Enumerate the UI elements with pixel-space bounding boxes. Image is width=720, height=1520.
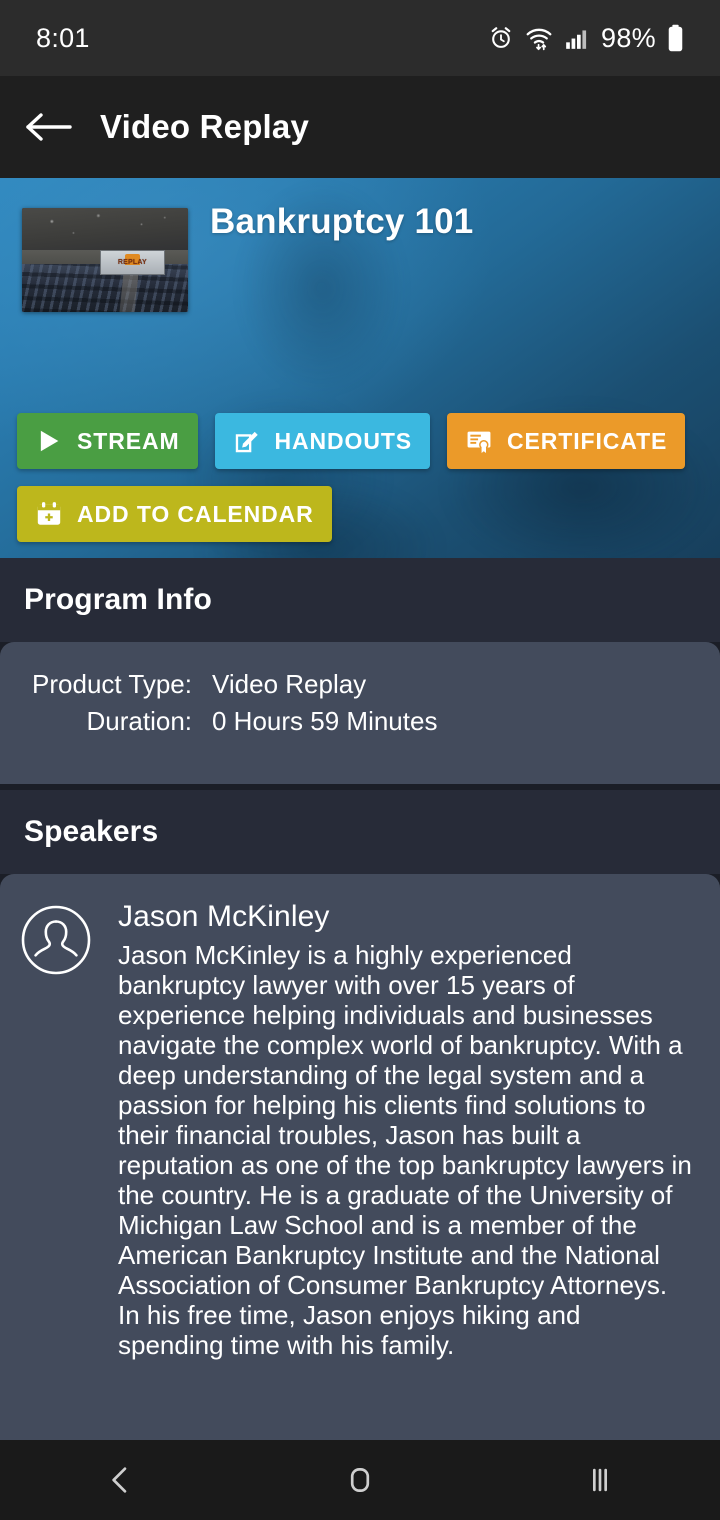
calendar-plus-icon: [37, 502, 61, 525]
android-navigation-bar: [0, 1440, 720, 1520]
speakers-card: Jason McKinley Jason McKinley is a highl…: [0, 874, 720, 1440]
speakers-header: Speakers: [0, 790, 720, 874]
table-row: Product Type: Video Replay: [0, 668, 720, 701]
nav-recents-button[interactable]: [540, 1440, 660, 1520]
battery-percent: 98%: [601, 22, 656, 53]
duration-label: Duration:: [86, 706, 193, 736]
product-type-label: Product Type:: [32, 669, 192, 699]
phone-screen: 8:01 98% Video Replay REPLAY Bankruptcy …: [0, 0, 720, 1520]
certificate-icon: [467, 431, 491, 454]
thumbnail-screen-text: REPLAY: [117, 258, 147, 266]
nav-home-icon: [350, 1468, 370, 1492]
action-button-row-primary: STREAM HANDOUTS CERTIFICATE: [17, 413, 686, 469]
alarm-icon: [491, 27, 511, 48]
speaker-name: Jason McKinley: [118, 900, 330, 933]
speaker-details: Jason McKinley Jason McKinley is a highl…: [118, 898, 692, 1360]
product-type-value: Video Replay: [212, 669, 367, 699]
user-avatar-icon: [21, 905, 91, 975]
speakers-heading: Speakers: [24, 815, 159, 848]
nav-back-icon: [112, 1467, 127, 1493]
certificate-button[interactable]: CERTIFICATE: [447, 413, 686, 469]
program-title: Bankruptcy 101: [210, 202, 474, 241]
program-info-table: Product Type: Video Replay Duration: 0 H…: [0, 642, 720, 738]
program-info-card: Product Type: Video Replay Duration: 0 H…: [0, 642, 720, 784]
edit-square-icon: [235, 431, 258, 453]
play-icon: [40, 430, 59, 452]
wifi-icon: [526, 28, 552, 51]
program-info-header: Program Info: [0, 558, 720, 642]
handouts-button[interactable]: HANDOUTS: [214, 413, 431, 469]
add-to-calendar-button-label: ADD TO CALENDAR: [77, 500, 314, 527]
thumbnail-screen: REPLAY: [100, 249, 165, 275]
nav-back-button[interactable]: [60, 1440, 180, 1520]
program-info-heading: Program Info: [24, 583, 212, 616]
status-time: 8:01: [36, 22, 90, 53]
table-row: Duration: 0 Hours 59 Minutes: [0, 705, 720, 738]
stream-button-label: STREAM: [77, 427, 180, 454]
handouts-button-label: HANDOUTS: [274, 427, 413, 454]
cellular-signal-icon: [566, 30, 587, 49]
nav-recents-icon: [592, 1468, 608, 1492]
speaker-bio: Jason McKinley is a highly experienced b…: [118, 940, 692, 1360]
certificate-button-label: CERTIFICATE: [507, 427, 668, 454]
list-item: Jason McKinley Jason McKinley is a highl…: [0, 874, 720, 1360]
battery-icon: [668, 24, 683, 52]
nav-home-button[interactable]: [300, 1440, 420, 1520]
status-bar: 8:01 98%: [0, 0, 720, 76]
status-icons: 98%: [488, 23, 684, 54]
action-button-row-secondary: ADD TO CALENDAR: [17, 486, 332, 542]
duration-value: 0 Hours 59 Minutes: [212, 706, 438, 736]
add-to-calendar-button[interactable]: ADD TO CALENDAR: [17, 486, 332, 542]
stream-button[interactable]: STREAM: [17, 413, 198, 469]
back-arrow-icon[interactable]: [24, 110, 72, 144]
program-thumbnail[interactable]: REPLAY: [22, 208, 188, 312]
page-title: Video Replay: [100, 108, 310, 145]
app-bar: Video Replay: [0, 76, 720, 178]
